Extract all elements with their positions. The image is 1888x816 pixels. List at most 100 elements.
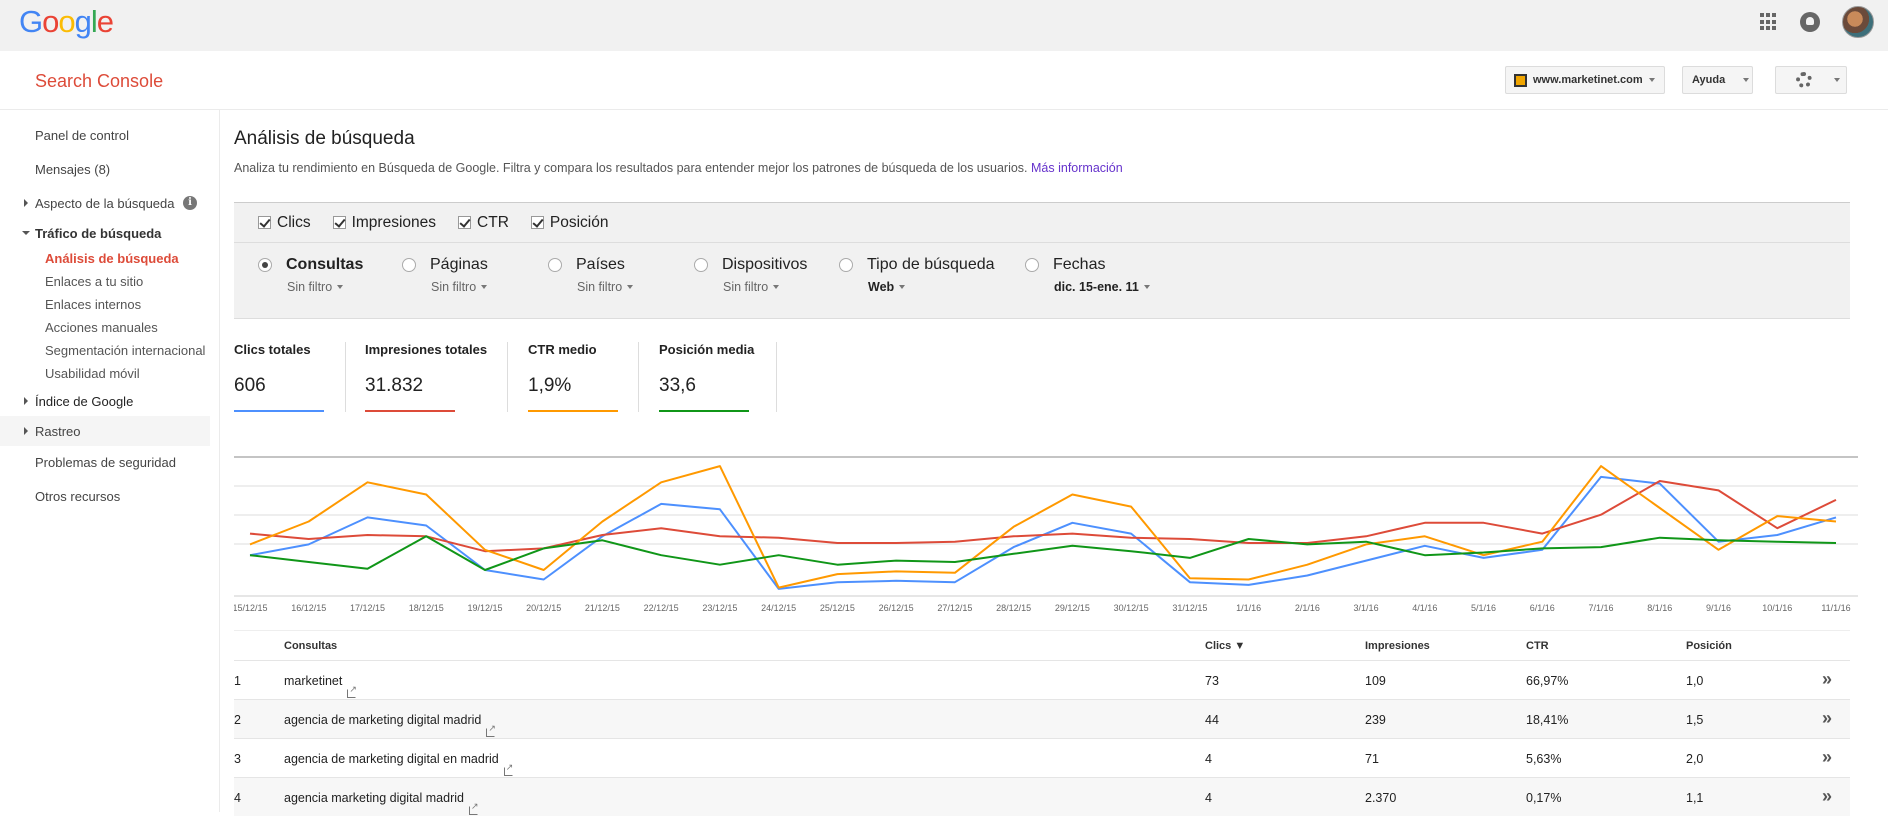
clicks-cell-text: 44 <box>1205 713 1219 727</box>
group-filter-dropdown[interactable]: dic. 15-ene. 11 <box>1054 280 1150 294</box>
sidebar-item-dashboard[interactable]: Panel de control <box>35 128 129 143</box>
total-impressions[interactable]: Impresiones totales 31.832 <box>365 342 487 412</box>
total-ctr[interactable]: CTR medio 1,9% <box>528 342 618 412</box>
sidebar-item-search-appearance[interactable]: Aspecto de la búsqueda <box>35 196 175 211</box>
clicks-cell: 4 <box>1205 752 1212 766</box>
help-button[interactable]: Ayuda <box>1682 66 1753 94</box>
performance-line-chart[interactable]: 15/12/15 16/12/15 17/12/15 18/12/15 19/12/15… <box>234 455 1866 620</box>
avatar[interactable] <box>1842 6 1874 38</box>
total-color-underline <box>528 410 618 412</box>
clicks-cell-text: 4 <box>1205 791 1212 805</box>
total-clicks[interactable]: Clics totales 606 <box>234 342 324 412</box>
column-header-queries[interactable]: Consultas <box>284 640 337 652</box>
expand-right-icon[interactable] <box>24 397 28 405</box>
table-row[interactable]: 1 marketinet 73 109 66,97% 1,0 » <box>234 660 1850 699</box>
group-pages[interactable]: Páginas Sin filtro <box>402 256 488 294</box>
expand-right-icon[interactable] <box>24 199 28 207</box>
series-line-1[interactable] <box>249 475 1837 590</box>
google-logo[interactable]: Google <box>19 4 114 40</box>
sidebar-item-search-analytics[interactable]: Análisis de búsqueda <box>45 251 179 266</box>
sidebar-item-search-traffic[interactable]: Tráfico de búsqueda <box>35 226 161 241</box>
metrics-bar: Clics Impresiones CTR Posición <box>234 202 1850 243</box>
x-tick-label: 19/12/15 <box>467 603 502 613</box>
notifications-icon[interactable] <box>1800 12 1820 32</box>
expand-row-icon[interactable]: » <box>1822 786 1832 807</box>
sidebar-item-links-to-site[interactable]: Enlaces a tu sitio <box>45 274 143 289</box>
metric-position-checkbox[interactable]: Posición <box>530 214 608 232</box>
table-row[interactable]: 4 agencia marketing digital madrid 4 2.370 0… <box>234 777 1850 816</box>
column-header-position[interactable]: Posición <box>1686 640 1732 652</box>
query-cell[interactable]: agencia marketing digital madrid <box>284 791 479 815</box>
sidebar-item-manual-actions[interactable]: Acciones manuales <box>45 320 158 335</box>
radio-icon[interactable] <box>839 258 853 272</box>
chevron-down-icon <box>1834 78 1840 82</box>
ctr-cell-text: 5,63% <box>1526 752 1562 766</box>
site-selector[interactable]: www.marketinet.com <box>1505 66 1665 94</box>
sidebar-item-security-issues[interactable]: Problemas de seguridad <box>35 455 176 470</box>
position-cell: 1,1 <box>1686 791 1703 805</box>
group-filter-dropdown[interactable]: Sin filtro <box>723 280 807 294</box>
table-row[interactable]: 3 agencia de marketing digital en madrid 4… <box>234 738 1850 777</box>
more-info-link[interactable]: Más información <box>1031 161 1123 175</box>
group-filter-dropdown[interactable]: Sin filtro <box>431 280 488 294</box>
settings-button[interactable] <box>1775 66 1847 94</box>
group-filter-dropdown[interactable]: Web <box>868 280 995 294</box>
group-search-type[interactable]: Tipo de búsqueda Web <box>839 256 995 294</box>
radio-icon[interactable] <box>694 258 708 272</box>
apps-grid-icon[interactable] <box>1760 13 1778 31</box>
position-cell-text: 1,1 <box>1686 791 1704 805</box>
radio-icon[interactable] <box>402 258 416 272</box>
sidebar-item-messages[interactable]: Mensajes (8) <box>35 162 110 177</box>
group-dates[interactable]: Fechas dic. 15-ene. 11 <box>1025 256 1150 294</box>
expand-row-icon[interactable]: » <box>1822 747 1832 768</box>
column-header-impressions[interactable]: Impresiones <box>1365 640 1430 652</box>
group-queries[interactable]: Consultas Sin filtro <box>258 256 363 294</box>
query-cell[interactable]: agencia de marketing digital madrid <box>284 713 496 737</box>
metric-label: Clics <box>277 213 311 231</box>
product-title[interactable]: Search Console <box>35 71 163 92</box>
group-filter-label: Sin filtro <box>577 280 623 294</box>
external-link-icon[interactable] <box>347 684 357 698</box>
sidebar-item-mobile-usability[interactable]: Usabilidad móvil <box>45 366 140 381</box>
sidebar-item-google-index[interactable]: Índice de Google <box>35 394 133 409</box>
row-number: 3 <box>234 752 241 766</box>
radio-icon[interactable] <box>1025 258 1039 272</box>
info-icon[interactable]: i <box>183 196 197 210</box>
group-label: Páginas <box>430 256 488 273</box>
metric-impressions-checkbox[interactable]: Impresiones <box>332 214 436 232</box>
impressions-cell-text: 2.370 <box>1365 791 1397 805</box>
column-header-ctr[interactable]: CTR <box>1526 640 1549 652</box>
site-favicon-icon <box>1514 73 1527 87</box>
query-cell-text: agencia de marketing digital madrid <box>284 713 482 727</box>
group-devices[interactable]: Dispositivos Sin filtro <box>694 256 807 294</box>
query-cell[interactable]: agencia de marketing digital en madrid <box>284 752 513 776</box>
external-link-icon[interactable] <box>486 723 496 737</box>
group-label: Consultas <box>286 256 364 273</box>
metric-clicks-checkbox[interactable]: Clics <box>258 214 311 232</box>
radio-selected-icon[interactable] <box>258 258 272 272</box>
sidebar-item-crawl[interactable]: Rastreo <box>35 424 81 439</box>
sidebar-item-other-resources[interactable]: Otros recursos <box>35 489 120 504</box>
series-line-4[interactable] <box>249 535 1837 571</box>
x-tick-label: 11/1/16 <box>1821 603 1850 613</box>
sidebar-item-internal-links[interactable]: Enlaces internos <box>45 297 141 312</box>
expand-down-icon[interactable] <box>22 231 30 235</box>
query-cell[interactable]: marketinet <box>284 674 357 698</box>
metric-ctr-checkbox[interactable]: CTR <box>458 214 509 232</box>
group-filter-dropdown[interactable]: Sin filtro <box>577 280 634 294</box>
sidebar-item-international-targeting[interactable]: Segmentación internacional <box>45 343 205 358</box>
group-filter-dropdown[interactable]: Sin filtro <box>287 280 363 294</box>
column-header-clicks[interactable]: Clics ▼ <box>1205 640 1245 652</box>
series-line-2[interactable] <box>249 480 1837 553</box>
external-link-icon[interactable] <box>468 801 479 815</box>
group-countries[interactable]: Países Sin filtro <box>548 256 634 294</box>
expand-row-icon[interactable]: » <box>1822 669 1832 690</box>
expand-right-icon[interactable] <box>24 427 28 435</box>
total-position[interactable]: Posición media 33,6 <box>659 342 754 412</box>
external-link-icon[interactable] <box>503 762 513 776</box>
expand-row-icon[interactable]: » <box>1822 708 1832 729</box>
table-row[interactable]: 2 agencia de marketing digital madrid 44 23… <box>234 699 1850 738</box>
query-cell-text: agencia marketing digital madrid <box>284 791 464 805</box>
help-button-label: Ayuda <box>1692 74 1726 86</box>
radio-icon[interactable] <box>548 258 562 272</box>
